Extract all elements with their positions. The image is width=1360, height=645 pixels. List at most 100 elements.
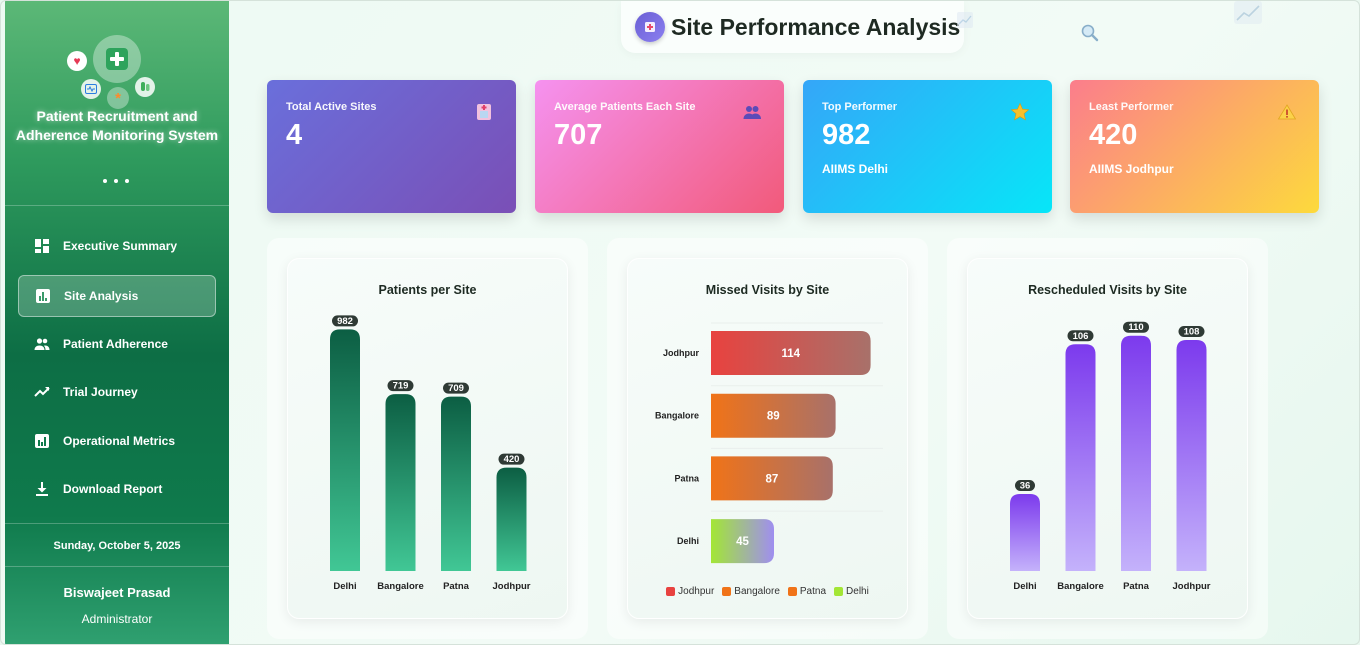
data-label: 106 [1073,331,1089,342]
y-tick-label: Patna [674,473,700,483]
sidebar-item-patient-adherence[interactable]: Patient Adherence [18,323,216,365]
dots-indicator [101,177,133,185]
legend-label: Delhi [846,586,869,597]
bar-delhi[interactable] [330,329,360,571]
x-tick-label: Bangalore [1057,581,1103,592]
kpi-subtitle: AIIMS Jodhpur [1089,162,1174,176]
sidebar-item-trial-journey[interactable]: Trial Journey [18,371,216,413]
asterisk-icon: * [107,87,129,109]
y-tick-label: Jodhpur [663,348,699,358]
heart-monitor-icon [81,79,101,99]
current-date: Sunday, October 5, 2025 [5,523,229,567]
kpi-value: 420 [1089,119,1138,151]
x-tick-label: Delhi [333,581,356,592]
sidebar-item-executive-summary[interactable]: Executive Summary [18,225,216,267]
kpi-card-total-sites: Total Active Sites 4 [267,80,516,213]
people-icon [34,336,50,352]
data-label: 982 [337,316,353,327]
sidebar-item-site-analysis[interactable]: Site Analysis [18,275,216,317]
kpi-value: 4 [286,119,303,151]
medical-cross-icon [93,35,141,83]
x-tick-label: Delhi [1013,581,1036,592]
data-label: 114 [782,348,801,360]
chart-card-rescheduled-visits: Rescheduled Visits by Site 36 Delhi 106 Ban… [967,258,1248,619]
sidebar-item-label: Site Analysis [64,289,139,303]
sidebar-item-label: Executive Summary [63,239,178,253]
data-label: 45 [736,536,749,548]
legend-item-jodhpur[interactable]: Jodhpur [666,586,714,597]
x-tick-label: Bangalore [377,581,423,592]
data-label: 110 [1128,322,1143,333]
chart-panel-missed: Missed Visits by Site 114 Jodhpur 89 Bangal… [607,238,928,639]
sidebar-item-operational-metrics[interactable]: Operational Metrics [18,420,216,462]
bar-bangalore[interactable] [385,394,416,571]
y-tick-label: Delhi [677,536,699,546]
app-window: ♥ * Patient Recruitment and Adherence Mo… [0,0,1360,645]
page-title: Site Performance Analysis [671,13,961,40]
kpi-card-average-patients: Average Patients Each Site 707 [535,80,784,213]
x-tick-label: Jodhpur [493,581,531,592]
bar-jodhpur[interactable] [496,467,527,571]
legend-swatch [666,587,676,596]
legend-item-patna[interactable]: Patna [787,586,827,597]
kpi-value: 707 [554,119,603,151]
heart-icon: ♥ [67,51,87,71]
x-tick-label: Patna [1123,581,1150,592]
sidebar-item-label: Trial Journey [63,385,138,399]
chart-panel-patients: Patients per Site 982 Delhi 719 Bangalore 70… [267,238,588,639]
kpi-value: 982 [822,119,871,151]
bar-patna[interactable] [1121,335,1151,571]
kpi-card-top-performer: Top Performer 982 AIIMS Delhi [803,80,1052,213]
x-tick-label: Jodhpur [1173,581,1211,592]
kpi-card-least-performer: Least Performer 420 AIIMS Jodhpur [1070,80,1319,213]
kpi-label: Least Performer [1089,101,1174,113]
dashboard-icon [34,238,50,254]
people-icon [742,102,762,122]
trend-chart-icon [1233,1,1263,30]
user-role: Administrator [81,612,153,626]
bar-bangalore[interactable] [1065,344,1096,571]
user-name: Biswajeet Prasad [63,585,171,600]
data-label: 709 [448,383,464,394]
chart-card-missed-visits: Missed Visits by Site 114 Jodhpur 89 Bangal… [627,258,908,619]
legend-item-delhi[interactable]: Delhi [834,586,869,597]
page-header: Site Performance Analysis [621,1,964,53]
data-label: 87 [766,473,779,485]
rescheduled-visits-chart: 36 Delhi 106 Bangalore 110 Patna 108 Jodhpur [1010,321,1211,592]
legend-item-bangalore[interactable]: Bangalore [722,586,780,597]
data-label: 719 [393,381,409,392]
x-tick-label: Patna [443,581,470,592]
star-icon [1010,102,1030,122]
kpi-label: Top Performer [822,101,897,113]
chart-legend: Jodhpur Bangalore Patna Delhi [628,586,907,597]
pills-icon [135,77,155,97]
metrics-icon [34,433,50,449]
patients-per-site-chart: 982 Delhi 719 Bangalore 709 Patna 420 Jodhpur [330,315,531,592]
sidebar-item-label: Operational Metrics [63,434,176,448]
app-logo: ♥ * [65,35,165,115]
bar-delhi[interactable] [1010,493,1040,571]
trending-up-icon [34,384,50,400]
chart-panel-rescheduled: Rescheduled Visits by Site 36 Delhi 106 Ban… [947,238,1268,639]
data-label: 420 [504,454,520,465]
sidebar-item-download-report[interactable]: Download Report [18,468,216,510]
kpi-label: Total Active Sites [286,101,377,113]
data-label: 89 [767,411,780,423]
magnifier-icon [1080,23,1100,48]
chart-card-patients-per-site: Patients per Site 982 Delhi 719 Bangalore 70… [287,258,568,619]
bar-patna[interactable] [441,396,471,571]
legend-swatch [722,587,732,596]
chart-icon [956,11,974,34]
sidebar-item-label: Download Report [63,482,163,496]
bar-jodhpur[interactable] [1176,339,1207,571]
brand-area: ♥ * Patient Recruitment and Adherence Mo… [5,1,229,206]
hospital-icon [474,102,494,122]
kpi-subtitle: AIIMS Delhi [822,162,889,176]
missed-visits-chart: 114 Jodhpur 89 Bangalore 87 Patna 45 Delhi [655,322,883,564]
legend-swatch [787,587,797,596]
data-label: 36 [1020,480,1031,491]
sidebar-item-label: Patient Adherence [63,337,168,351]
app-title: Patient Recruitment and Adherence Monito… [15,108,219,143]
legend-label: Patna [799,586,827,597]
sidebar: ♥ * Patient Recruitment and Adherence Mo… [5,1,229,644]
